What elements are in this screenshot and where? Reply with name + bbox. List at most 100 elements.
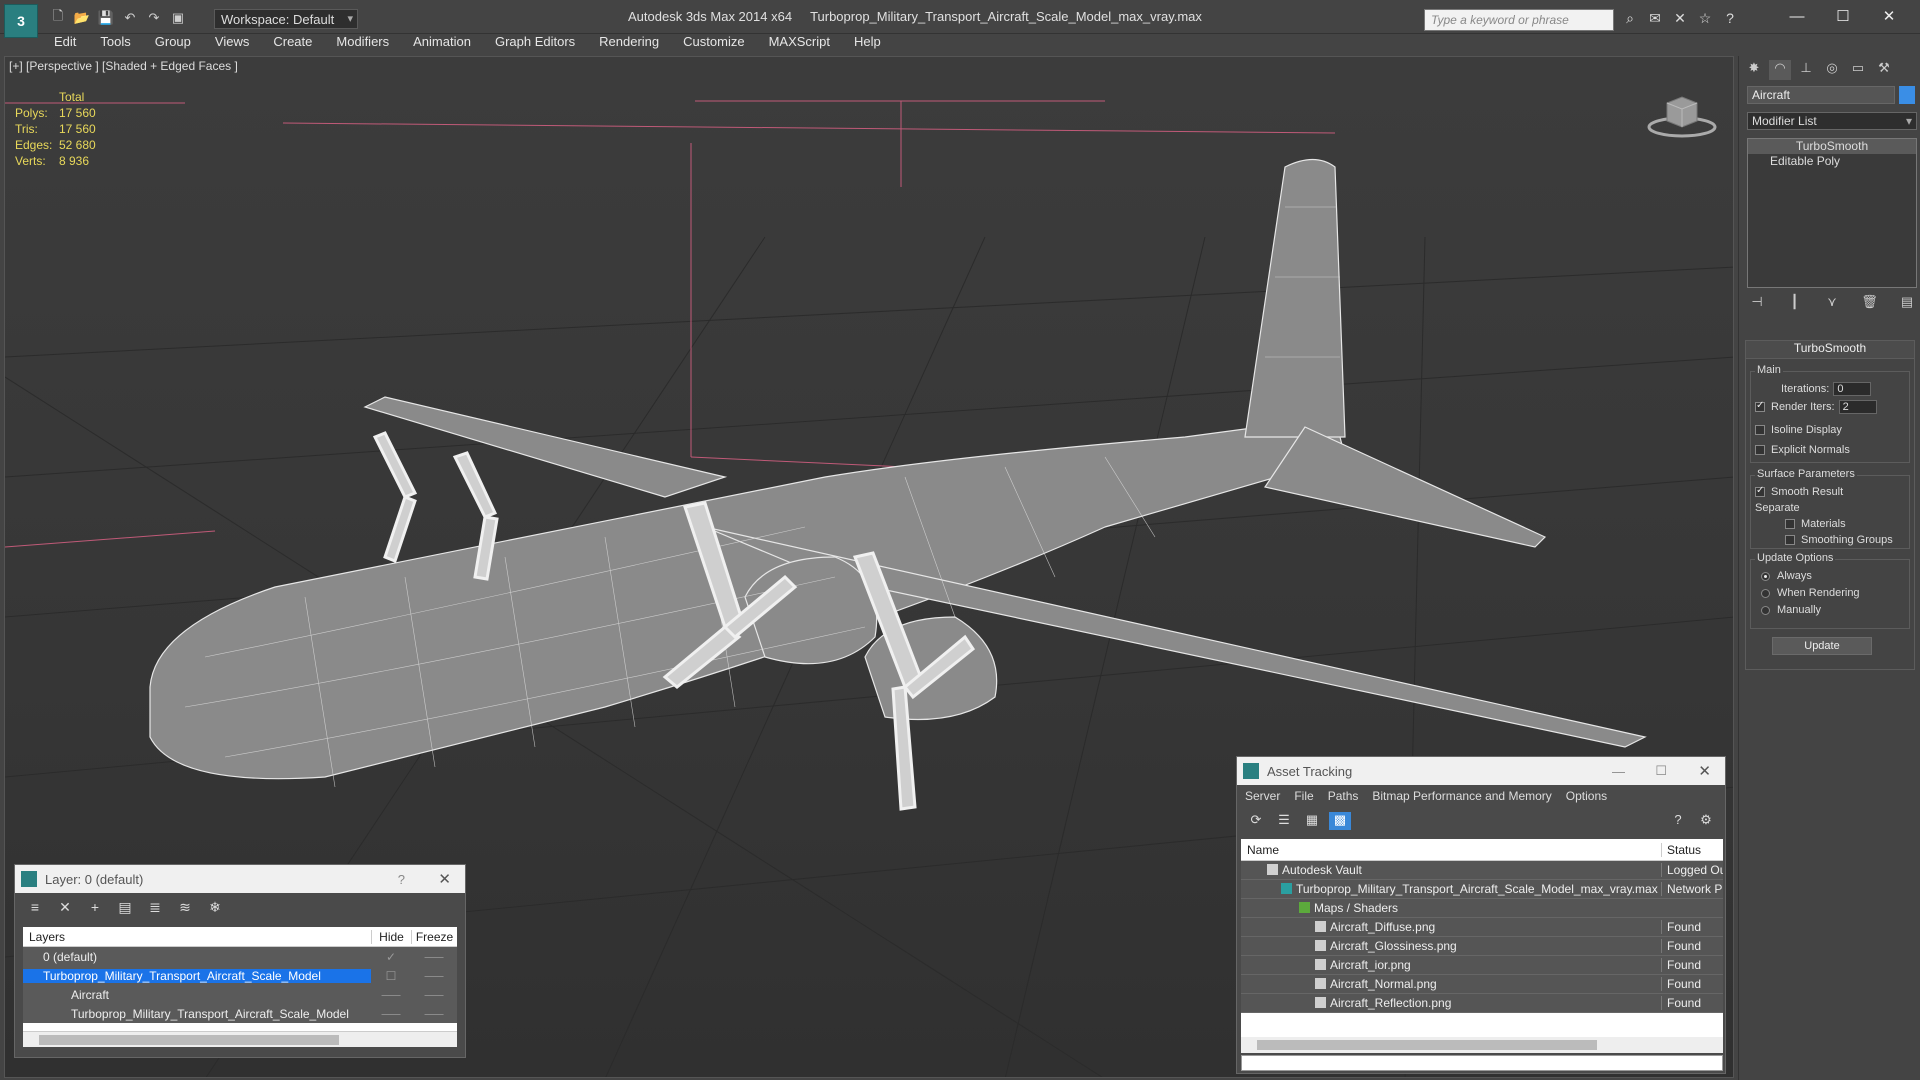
table-row[interactable]: Maps / Shaders	[1241, 899, 1723, 918]
table-row[interactable]: 0 (default) ✓ ⸺	[23, 947, 457, 966]
table-row[interactable]: Aircraft_Diffuse.png Found	[1241, 918, 1723, 937]
close-icon[interactable]: ✕	[438, 870, 451, 888]
hide-all-layers-icon[interactable]: ≋	[175, 899, 195, 917]
open-file-icon[interactable]: 📂	[72, 9, 92, 27]
render-iters-spinner[interactable]: 2	[1838, 400, 1877, 414]
grid-view-icon[interactable]: ▩	[1329, 812, 1351, 830]
scrollbar-thumb[interactable]	[1257, 1040, 1597, 1050]
freeze-toggle[interactable]: ⸺	[411, 986, 457, 1003]
column-hide[interactable]: Hide	[371, 929, 411, 944]
menu-animation[interactable]: Animation	[413, 34, 471, 54]
hide-toggle[interactable]: ✓	[371, 950, 411, 964]
render-iters-checkbox[interactable]	[1755, 400, 1765, 412]
display-tab-icon[interactable]: ▭	[1847, 60, 1869, 80]
table-row[interactable]: Aircraft_Reflection.png Found	[1241, 994, 1723, 1013]
menu-file[interactable]: File	[1294, 789, 1313, 803]
table-row[interactable]: Turboprop_Military_Transport_Aircraft_Sc…	[23, 966, 457, 985]
menu-bitmap-performance[interactable]: Bitmap Performance and Memory	[1372, 789, 1551, 803]
settings-icon[interactable]: ⚙	[1695, 812, 1717, 830]
help-icon[interactable]: ?	[398, 872, 405, 887]
table-row[interactable]: Turboprop_Military_Transport_Aircraft_Sc…	[1241, 880, 1723, 899]
asset-panel-titlebar[interactable]: Asset Tracking — ☐ ✕	[1237, 757, 1725, 785]
workspace-dropdown[interactable]: Workspace: Default	[214, 9, 358, 29]
table-view-icon[interactable]: ▦	[1301, 812, 1323, 830]
stack-item-editable-poly[interactable]: Editable Poly	[1748, 154, 1916, 169]
pin-stack-icon[interactable]: ⊣	[1747, 294, 1767, 312]
menu-paths[interactable]: Paths	[1328, 789, 1359, 803]
close-icon[interactable]: ✕	[1698, 762, 1711, 780]
column-name[interactable]: Name	[1241, 843, 1661, 857]
close-icon[interactable]: ✕	[1866, 4, 1912, 30]
menu-customize[interactable]: Customize	[683, 34, 744, 54]
smooth-result-checkbox[interactable]	[1755, 485, 1765, 497]
list-view-icon[interactable]: ☰	[1273, 812, 1295, 830]
menu-help[interactable]: Help	[854, 34, 881, 54]
menu-create[interactable]: Create	[273, 34, 312, 54]
column-layers[interactable]: Layers	[23, 930, 371, 944]
horizontal-scrollbar[interactable]	[23, 1031, 457, 1047]
favorites-star-icon[interactable]: ☆	[1695, 10, 1715, 28]
scrollbar-thumb[interactable]	[39, 1035, 339, 1045]
update-button[interactable]: Update	[1772, 637, 1872, 655]
select-in-layer-icon[interactable]: ▤	[115, 899, 135, 917]
menu-graph-editors[interactable]: Graph Editors	[495, 34, 575, 54]
table-row[interactable]: Aircraft ⸺ ⸺	[23, 985, 457, 1004]
new-file-icon[interactable]: 🗋	[48, 8, 68, 27]
horizontal-scrollbar[interactable]	[1241, 1037, 1723, 1053]
table-row[interactable]: Autodesk Vault Logged Ou	[1241, 861, 1723, 880]
menu-views[interactable]: Views	[215, 34, 249, 54]
hierarchy-tab-icon[interactable]: ⊥	[1795, 60, 1817, 80]
column-status[interactable]: Status	[1661, 842, 1723, 857]
manually-radio[interactable]	[1761, 605, 1770, 615]
freeze-toggle[interactable]: ⸺	[411, 948, 457, 965]
highlight-layer-icon[interactable]: ≣	[145, 899, 165, 917]
layer-panel-titlebar[interactable]: Layer: 0 (default) ? ✕	[15, 865, 465, 893]
make-unique-icon[interactable]: ⋎	[1822, 294, 1842, 312]
help-icon[interactable]: ?	[1720, 10, 1740, 28]
menu-edit[interactable]: Edit	[54, 34, 76, 54]
maximize-icon[interactable]: ☐	[1820, 4, 1866, 30]
smoothing-groups-checkbox[interactable]	[1785, 535, 1795, 545]
freeze-all-layers-icon[interactable]: ❄	[205, 899, 225, 917]
isoline-checkbox[interactable]	[1755, 425, 1765, 435]
menu-maxscript[interactable]: MAXScript	[769, 34, 830, 54]
create-tab-icon[interactable]: ✸	[1743, 60, 1765, 80]
utilities-tab-icon[interactable]: ⚒	[1873, 60, 1895, 80]
freeze-toggle[interactable]: ⸺	[411, 967, 457, 984]
rollout-title[interactable]: TurboSmooth	[1746, 341, 1914, 359]
save-icon[interactable]: 💾	[96, 9, 116, 27]
delete-layer-icon[interactable]: ✕	[55, 899, 75, 917]
column-freeze[interactable]: Freeze	[411, 929, 457, 944]
menu-group[interactable]: Group	[155, 34, 191, 54]
iterations-spinner[interactable]: 0	[1833, 382, 1872, 396]
materials-checkbox[interactable]	[1785, 519, 1795, 529]
app-logo-icon[interactable]: 3	[4, 4, 38, 38]
modify-tab-icon[interactable]: ◠	[1769, 60, 1791, 80]
object-color-swatch[interactable]	[1899, 86, 1915, 104]
when-rendering-radio[interactable]	[1761, 588, 1770, 598]
refresh-icon[interactable]: ⟳	[1245, 812, 1267, 830]
search-input[interactable]: Type a keyword or phrase	[1424, 9, 1614, 31]
project-folder-icon[interactable]: ▣	[168, 9, 188, 27]
maximize-icon[interactable]: ☐	[1655, 763, 1667, 779]
object-name-field[interactable]: Aircraft	[1747, 86, 1895, 104]
communication-icon[interactable]: ✉	[1645, 10, 1665, 28]
motion-tab-icon[interactable]: ◎	[1821, 60, 1843, 80]
minimize-icon[interactable]: —	[1612, 764, 1625, 779]
undo-icon[interactable]: ↶	[120, 9, 140, 27]
explicit-normals-checkbox[interactable]	[1755, 445, 1765, 455]
modifier-list-dropdown[interactable]: Modifier List	[1747, 112, 1917, 130]
viewport-label[interactable]: [+] [Perspective ] [Shaded + Edged Faces…	[9, 59, 238, 73]
show-end-result-icon[interactable]: ┃	[1785, 294, 1805, 312]
hide-toggle[interactable]: ⸺	[371, 986, 411, 1003]
menu-modifiers[interactable]: Modifiers	[336, 34, 389, 54]
menu-options[interactable]: Options	[1566, 789, 1607, 803]
new-layer-icon[interactable]: ≡	[25, 899, 45, 917]
table-row[interactable]: Aircraft_Glossiness.png Found	[1241, 937, 1723, 956]
remove-modifier-icon[interactable]: 🗑	[1860, 294, 1880, 312]
freeze-toggle[interactable]: ⸺	[411, 1005, 457, 1022]
table-row[interactable]: Aircraft_ior.png Found	[1241, 956, 1723, 975]
menu-server[interactable]: Server	[1245, 789, 1280, 803]
add-to-layer-icon[interactable]: +	[85, 899, 105, 917]
menu-rendering[interactable]: Rendering	[599, 34, 659, 54]
